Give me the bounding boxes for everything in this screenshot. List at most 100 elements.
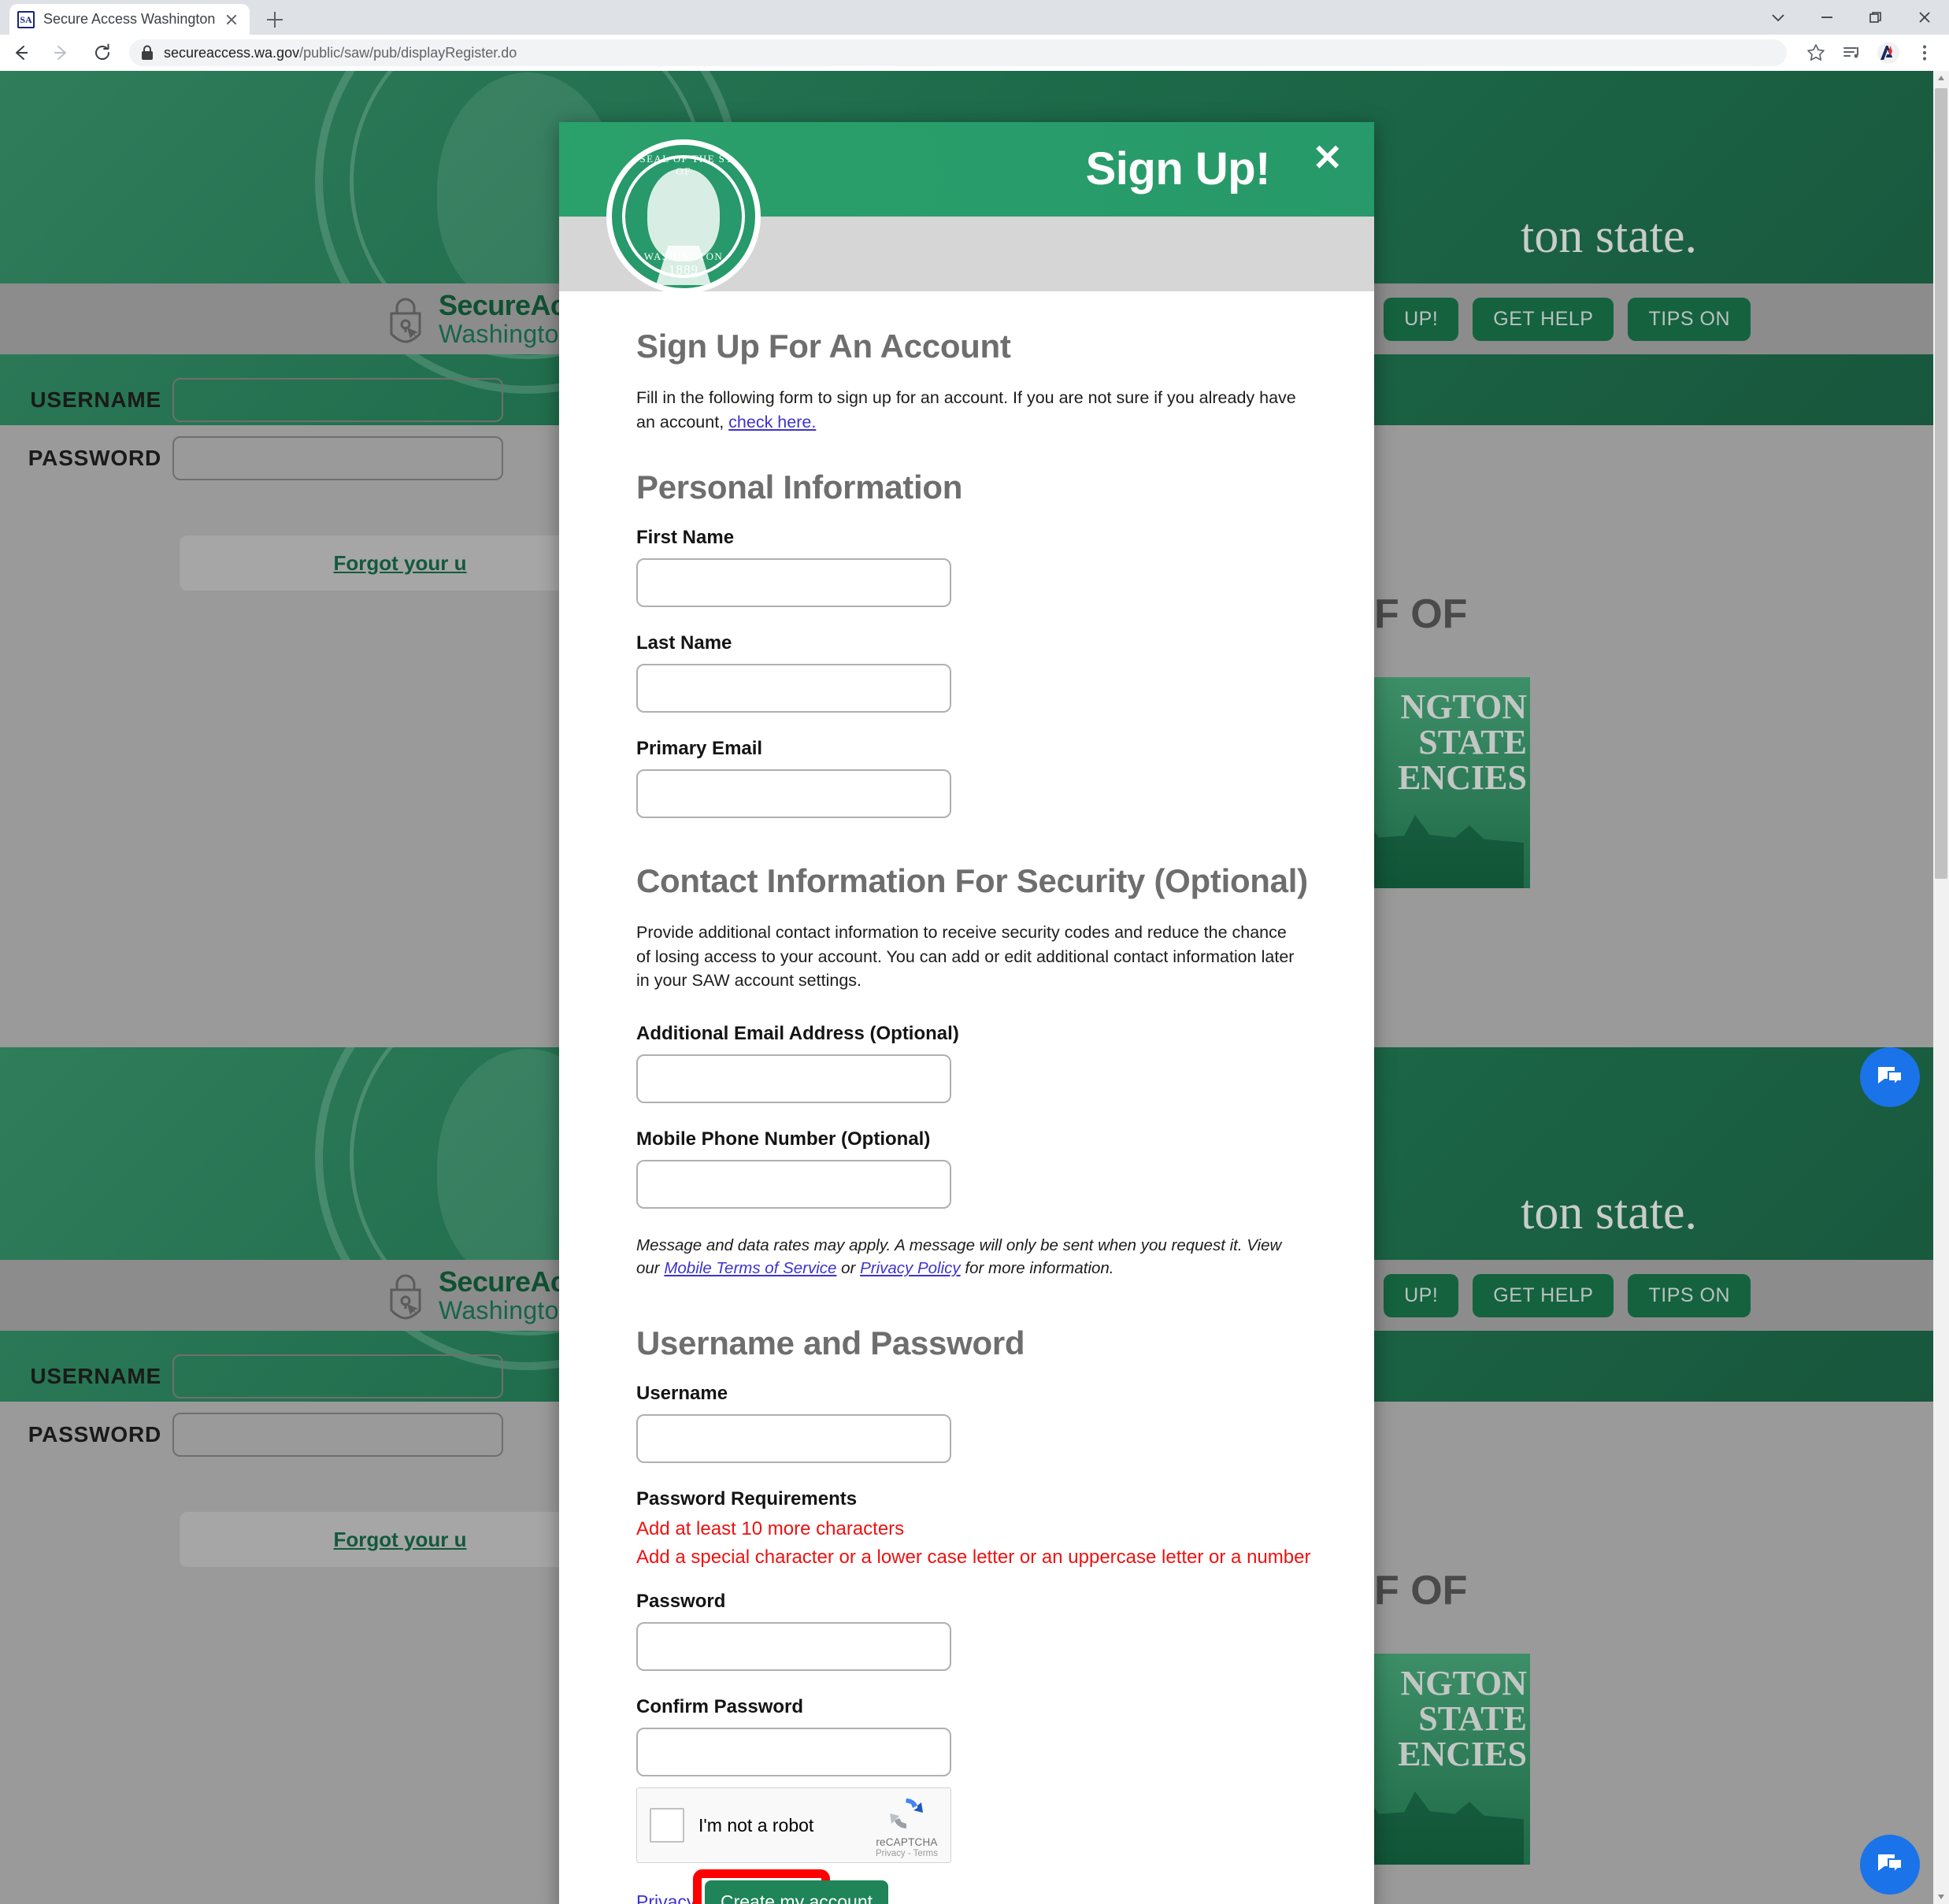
promo-card-text: NGTON STATE ENCIES xyxy=(1398,687,1527,797)
forgot-username-link[interactable]: Forgot your u xyxy=(334,551,467,576)
intro-text: Fill in the following form to sign up fo… xyxy=(636,386,1298,434)
username-field-input[interactable] xyxy=(636,1414,951,1464)
password-requirements-heading: Password Requirements xyxy=(636,1488,858,1510)
check-here-link[interactable]: check here. xyxy=(728,413,816,432)
promo-card: NGTON STATE ENCIES xyxy=(1366,677,1530,888)
state-seal-icon: THE SEAL OF THE STATE OF WASHINGTON 1889 xyxy=(606,139,761,294)
promo-card-text-2: NGTON STATE ENCIES xyxy=(1398,1664,1527,1773)
new-tab-button[interactable] xyxy=(262,7,287,32)
forward-arrow-icon[interactable] xyxy=(41,35,82,71)
username-label-2: USERNAME xyxy=(30,1364,161,1388)
section-title-personal: Personal Information xyxy=(636,469,963,506)
mobile-terms-link[interactable]: Mobile Terms of Service xyxy=(664,1259,836,1277)
window-controls xyxy=(1754,0,1949,35)
promo-heading: F OF xyxy=(1374,591,1468,637)
first-name-input[interactable] xyxy=(636,558,951,608)
last-name-label: Last Name xyxy=(636,632,732,654)
promo-heading-2: F OF xyxy=(1374,1568,1468,1613)
tab-close-icon[interactable] xyxy=(221,9,242,30)
confirm-password-input[interactable] xyxy=(636,1728,951,1777)
username-field-label: Username xyxy=(636,1383,728,1405)
saw-lock-icon-2 xyxy=(384,1271,429,1320)
forgot-username-link-2[interactable]: Forgot your u xyxy=(334,1528,467,1552)
extension-adobe-icon[interactable] xyxy=(1870,35,1906,71)
password-requirement-2: Add a special character or a lower case … xyxy=(636,1547,1311,1569)
password-label-2: PASSWORD xyxy=(28,1422,161,1447)
address-bar[interactable]: secureaccess.wa.gov/public/saw/pub/displ… xyxy=(129,39,1787,66)
minimize-icon[interactable] xyxy=(1803,0,1851,35)
password-field-label: Password xyxy=(636,1591,726,1613)
signup-modal: Sign Up! ✕ THE SEAL OF THE STATE OF WASH… xyxy=(559,122,1374,1904)
contact-help-text: Provide additional contact information t… xyxy=(636,923,1295,991)
username-input-2[interactable] xyxy=(172,1354,503,1398)
nav-button-signup[interactable]: UP! xyxy=(1384,297,1459,341)
nav-button-get-help[interactable]: GET HELP xyxy=(1473,297,1614,341)
create-account-button[interactable]: Create my account xyxy=(705,1880,889,1904)
recaptcha-widget[interactable]: I'm not a robot reCAPTCHA Privacy - Term… xyxy=(636,1787,951,1864)
three-dot-menu-icon[interactable] xyxy=(1906,35,1943,71)
password-input-2[interactable] xyxy=(172,1413,503,1457)
modal-title: Sign Up! xyxy=(1085,143,1271,194)
page-scrollbar[interactable] xyxy=(1933,71,1949,1904)
promo-card-2: NGTON STATE ENCIES xyxy=(1366,1654,1530,1865)
section-title-credentials: Username and Password xyxy=(636,1324,1025,1362)
hero-tagline: ton state. xyxy=(1521,209,1697,263)
chat-bubble-button[interactable] xyxy=(1860,1047,1920,1107)
seal-bottom-text: WASHINGTON xyxy=(643,250,724,262)
capitol-building-icon xyxy=(1366,815,1524,888)
navbar-buttons: UP! GET HELP TIPS ON xyxy=(1384,297,1933,341)
scroll-down-arrow-icon[interactable] xyxy=(1933,1890,1949,1904)
username-label: USERNAME xyxy=(30,387,161,412)
page-viewport: 1889 E ton state. SecureAccess xyxy=(0,71,1949,1904)
last-name-input[interactable] xyxy=(636,664,951,713)
nav-button-get-help-2[interactable]: GET HELP xyxy=(1473,1273,1614,1317)
privacy-policy-inline-link[interactable]: Privacy Policy xyxy=(860,1259,961,1277)
additional-email-input[interactable] xyxy=(636,1054,951,1103)
toolbar-icon-group xyxy=(1798,35,1949,71)
nav-button-signup-2[interactable]: UP! xyxy=(1384,1273,1459,1317)
modal-footer: Privacy Polic Create my account xyxy=(636,1869,1374,1904)
note-part-2: for more information. xyxy=(960,1259,1114,1278)
scrollbar-thumb[interactable] xyxy=(1935,88,1947,879)
nav-button-tips-on[interactable]: TIPS ON xyxy=(1628,297,1751,341)
tab-title: Secure Access Washington xyxy=(43,11,216,27)
recaptcha-terms[interactable]: Privacy - Terms xyxy=(876,1849,938,1858)
reload-icon[interactable] xyxy=(82,35,123,71)
chat-bubble-icon xyxy=(1878,1067,1903,1087)
password-label: PASSWORD xyxy=(28,446,161,470)
password-requirement-1: Add at least 10 more characters xyxy=(636,1518,905,1540)
chevron-down-icon[interactable] xyxy=(1754,0,1803,35)
recaptcha-label: I'm not a robot xyxy=(698,1814,814,1835)
forgot-bar: Forgot your u xyxy=(180,535,621,591)
password-input[interactable] xyxy=(172,436,503,480)
mobile-phone-input[interactable] xyxy=(636,1159,951,1209)
additional-email-label: Additional Email Address (Optional) xyxy=(636,1022,959,1044)
close-icon[interactable] xyxy=(1900,0,1949,35)
forgot-bar-2: Forgot your u xyxy=(180,1512,621,1567)
chat-bubble-icon-2 xyxy=(1878,1854,1903,1875)
password-field-input[interactable] xyxy=(636,1622,951,1672)
note-middle: or xyxy=(836,1259,861,1278)
recaptcha-checkbox[interactable] xyxy=(650,1808,684,1843)
chat-bubble-button-2[interactable] xyxy=(1860,1835,1920,1895)
nav-button-tips-on-2[interactable]: TIPS ON xyxy=(1628,1273,1751,1317)
browser-window: SA Secure Access Washington secureaccess… xyxy=(0,0,1949,1904)
bookmark-star-icon[interactable] xyxy=(1798,35,1834,71)
restore-icon[interactable] xyxy=(1851,0,1900,35)
capitol-building-icon-2 xyxy=(1366,1791,1524,1865)
primary-email-input[interactable] xyxy=(636,769,951,819)
username-input[interactable] xyxy=(172,378,503,422)
modal-close-icon[interactable]: ✕ xyxy=(1312,139,1343,176)
page-title: Sign Up For An Account xyxy=(636,328,1011,365)
primary-email-label: Primary Email xyxy=(636,738,763,760)
lock-icon xyxy=(140,45,157,61)
browser-toolbar: secureaccess.wa.gov/public/saw/pub/displ… xyxy=(0,35,1949,71)
first-name-label: First Name xyxy=(636,527,735,549)
back-arrow-icon[interactable] xyxy=(0,35,41,71)
browser-tab[interactable]: SA Secure Access Washington xyxy=(9,4,250,35)
section-title-contact: Contact Information For Security (Option… xyxy=(636,862,1308,900)
reading-list-icon[interactable] xyxy=(1834,35,1870,71)
modal-body: Sign Up For An Account Fill in the follo… xyxy=(559,291,1374,1904)
mobile-rates-note: Message and data rates may apply. A mess… xyxy=(636,1234,1290,1280)
scroll-up-arrow-icon[interactable] xyxy=(1933,71,1949,85)
